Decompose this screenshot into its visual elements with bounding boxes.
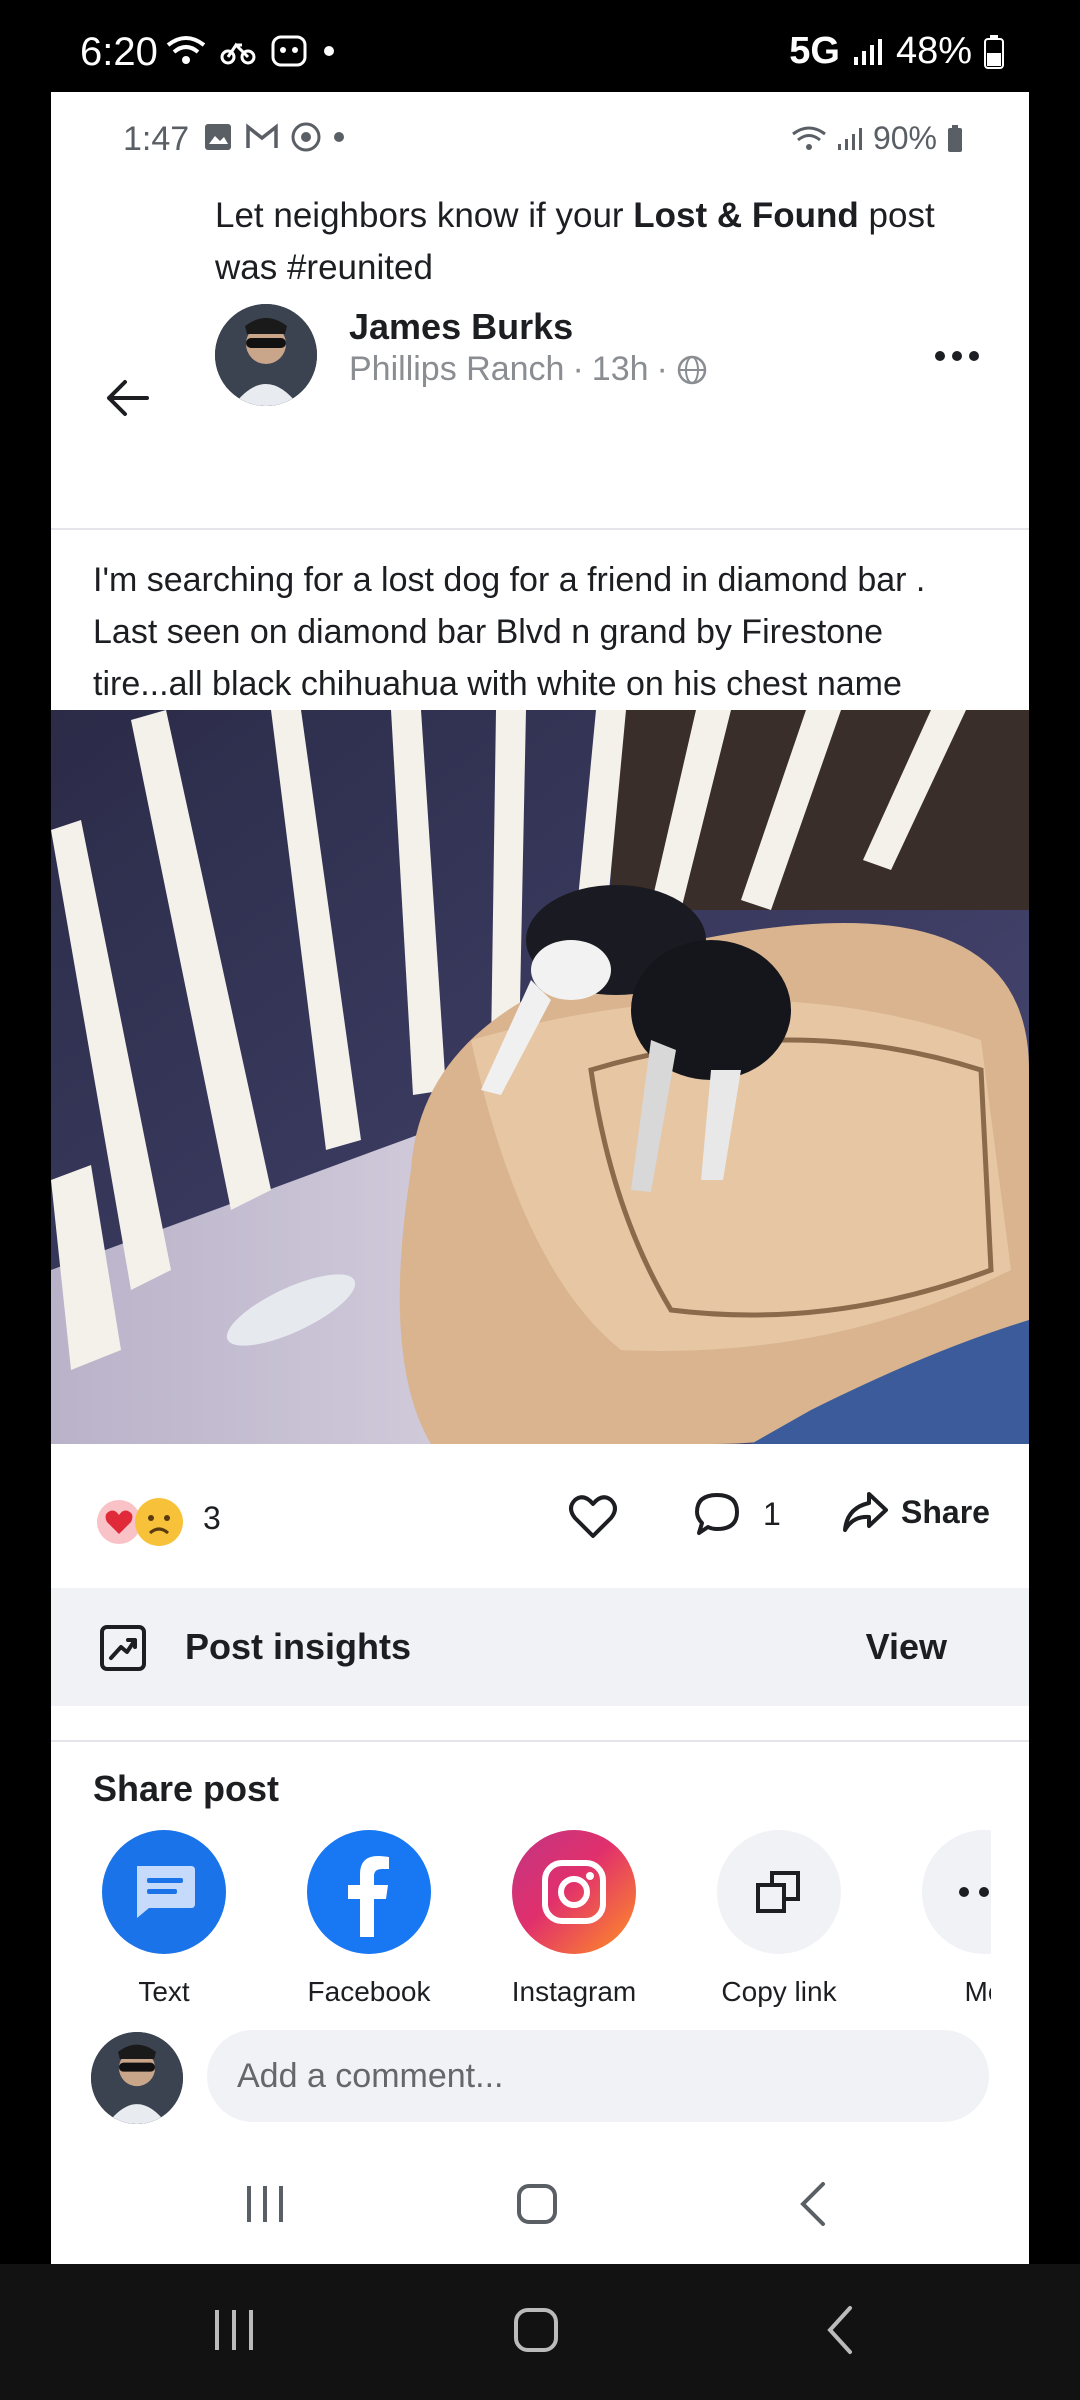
- like-button[interactable]: [565, 1492, 621, 1542]
- reunited-banner[interactable]: Let neighbors know if your Lost & Found …: [215, 190, 995, 294]
- recent-apps-button[interactable]: [235, 2176, 295, 2232]
- share-post-title: Share post: [93, 1768, 280, 1809]
- globe-icon: [677, 355, 707, 384]
- person-photo-icon: [91, 2032, 183, 2124]
- meta-separator: ·: [572, 350, 584, 388]
- back-nav-button[interactable]: [783, 2176, 843, 2232]
- post-photo[interactable]: [51, 710, 1029, 1444]
- author-location[interactable]: Phillips Ranch: [349, 350, 564, 389]
- dot: [935, 351, 945, 361]
- chevron-left-icon: [800, 2182, 825, 2226]
- comment-bubble-icon: [695, 1493, 739, 1535]
- battery-percent: 48%: [895, 30, 972, 72]
- share-targets: Text Facebook Instagram Copy link Mo: [51, 1830, 991, 2030]
- dot: [952, 351, 962, 361]
- message-icon: [102, 1830, 226, 1954]
- wifi-icon: [792, 126, 826, 150]
- person-photo-icon: [215, 304, 317, 406]
- back-button[interactable]: [97, 368, 157, 428]
- share-facebook-button[interactable]: Facebook: [289, 1830, 449, 2008]
- gmail-icon: [246, 123, 278, 148]
- battery-icon: [948, 124, 962, 152]
- wifi-icon: [166, 36, 206, 64]
- notification-dot-icon: [324, 46, 334, 56]
- share-text-button[interactable]: Text: [84, 1830, 244, 2008]
- battery-icon: [984, 34, 1004, 69]
- network-type: 5G: [789, 30, 840, 72]
- heart-outline-icon: [569, 1495, 617, 1538]
- instagram-icon: [512, 1830, 636, 1954]
- share-arrow-icon: [843, 1492, 888, 1532]
- post-insights-row[interactable]: Post insights View: [51, 1588, 1029, 1706]
- device-home-button[interactable]: [506, 2302, 566, 2358]
- post-meta: Phillips Ranch · 13h ·: [349, 350, 708, 389]
- device-back-button[interactable]: [810, 2302, 870, 2358]
- view-insights-button[interactable]: View: [866, 1626, 947, 1668]
- divider: [51, 1740, 1029, 1742]
- facebook-icon: [307, 1830, 431, 1954]
- meta-separator: ·: [656, 350, 668, 388]
- copy-link-icon: [717, 1830, 841, 1954]
- reaction-summary[interactable]: [95, 1496, 185, 1548]
- device-clock: 6:20: [80, 30, 158, 74]
- share-target-label: Instagram: [511, 1976, 637, 2007]
- home-icon: [517, 2184, 557, 2224]
- author-name[interactable]: James Burks: [349, 306, 573, 348]
- share-copy-link-button[interactable]: Copy link: [699, 1830, 859, 2008]
- comment-count: 1: [763, 1495, 781, 1532]
- share-target-label: Facebook: [307, 1976, 431, 2007]
- signal-icon: [837, 127, 862, 150]
- post-insights-label: Post insights: [185, 1626, 412, 1667]
- dog-photo-image: [51, 710, 1029, 1444]
- inner-navigation-bar: [51, 2140, 1029, 2264]
- inner-status-bar: 1:47 90%: [51, 92, 1029, 188]
- dot: [969, 351, 979, 361]
- reaction-count[interactable]: 3: [203, 1500, 221, 1537]
- share-label: Share: [901, 1493, 990, 1530]
- banner-text-prefix: Let neighbors know if your: [215, 196, 634, 235]
- share-target-label: Mo: [964, 1976, 991, 2007]
- current-user-avatar: [91, 2032, 183, 2124]
- comment-composer: [51, 2018, 1029, 2138]
- engagement-bar: 3 1 Share: [51, 1444, 1029, 1582]
- chrome-icon: [291, 122, 321, 152]
- recent-apps-icon: [215, 2310, 253, 2350]
- image-icon: [205, 124, 231, 150]
- share-target-label: Text: [138, 1976, 190, 2007]
- trending-chart-icon: [100, 1625, 146, 1671]
- author-avatar[interactable]: [215, 304, 317, 406]
- device-status-bar: 6:20 5G 48%: [0, 0, 1080, 92]
- home-icon: [514, 2308, 558, 2352]
- share-target-label: Copy link: [721, 1976, 837, 2007]
- more-icon: [922, 1830, 991, 1954]
- inner-notification-icons: [203, 122, 345, 152]
- assistant-icon: [271, 35, 307, 67]
- comment-input[interactable]: [207, 2030, 989, 2122]
- share-more-button[interactable]: Mo: [904, 1830, 991, 2008]
- home-button[interactable]: [507, 2176, 567, 2232]
- inner-battery-percent: 90%: [872, 120, 937, 156]
- device-notification-icons: [166, 34, 336, 68]
- device-navigation-bar: [0, 2264, 1080, 2400]
- chevron-left-icon: [827, 2306, 852, 2354]
- inner-status-right: 90%: [791, 120, 963, 157]
- banner-text-bold: Lost & Found: [633, 196, 859, 235]
- app-screen: 1:47 90% Let neighbors know if your Lost…: [51, 92, 1029, 2264]
- arrow-left-icon: [107, 380, 149, 416]
- post-age: 13h: [591, 350, 649, 388]
- more-options-button[interactable]: [927, 336, 987, 376]
- share-instagram-button[interactable]: Instagram: [494, 1830, 654, 2008]
- device-recent-apps-button[interactable]: [204, 2302, 264, 2358]
- share-button[interactable]: Share: [841, 1490, 990, 1534]
- sad-reaction-icon: [135, 1498, 183, 1546]
- bike-icon: [220, 42, 256, 65]
- comment-button[interactable]: 1: [693, 1490, 781, 1538]
- inner-clock: 1:47: [123, 120, 190, 158]
- device-status-right: 5G 48%: [789, 30, 1004, 73]
- signal-icon: [853, 38, 882, 65]
- recent-apps-icon: [247, 2186, 283, 2222]
- notification-dot-icon: [334, 132, 344, 142]
